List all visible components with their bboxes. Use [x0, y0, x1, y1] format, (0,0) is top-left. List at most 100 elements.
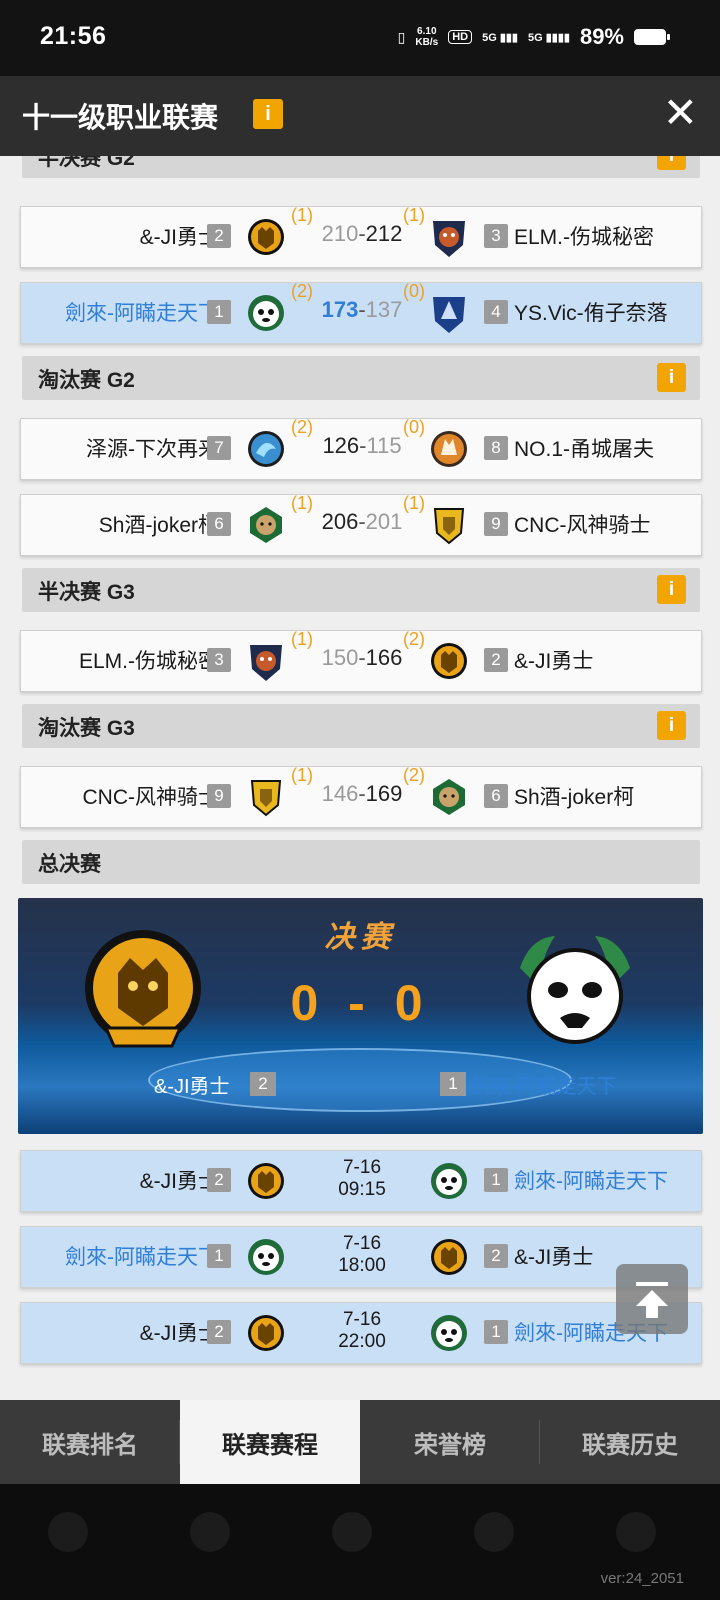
wolf-logo-icon	[433, 297, 465, 333]
app-header: 十一级职业联赛 i ✕	[0, 76, 720, 156]
tiger-logo-icon	[431, 1239, 467, 1275]
tab-league-ranking[interactable]: 联赛排名	[0, 1400, 180, 1484]
seed-badge: 7	[207, 436, 231, 460]
final-team-left: &-JI勇士	[154, 1076, 230, 1098]
net-speed: 6.10 KB/s	[415, 26, 439, 48]
nav-icon	[190, 1512, 230, 1552]
schedule-row[interactable]: &-JI勇士 2 7-16 09:15 1 劍來-阿瞞走天下	[20, 1150, 702, 1212]
seed-badge: 1	[484, 1320, 508, 1344]
nav-icon	[332, 1512, 372, 1552]
team-name-right: Sh酒-joker柯	[514, 786, 635, 809]
hd-icon: HD	[448, 30, 473, 44]
schedule-row[interactable]: 劍來-阿瞞走天下 1 7-16 18:00 2 &-JI勇士	[20, 1226, 702, 1288]
match-datetime: 7-16 18:00	[338, 1233, 386, 1276]
team-name-left: Sh酒-joker柯	[98, 514, 219, 537]
scroll-to-top-button[interactable]	[616, 1264, 688, 1334]
team-name-left: 泽源-下次再来	[86, 438, 219, 461]
bull-logo-icon	[250, 645, 282, 681]
status-time: 21:56	[40, 22, 107, 50]
schedule-row[interactable]: &-JI勇士 2 7-16 22:00 1 劍來-阿瞞走天下	[20, 1302, 702, 1364]
seed-badge: 9	[207, 784, 231, 808]
seed-badge: 1	[440, 1072, 466, 1096]
match-datetime: 7-16 22:00	[338, 1309, 386, 1352]
signal-icon-1: 5G ▮▮▮	[482, 31, 518, 44]
bottom-nav-dim: ver:24_2051	[0, 1484, 720, 1600]
tiger-logo-icon	[431, 643, 467, 679]
team-name-left: CNC-风神骑士	[82, 786, 220, 809]
seed-badge: 8	[484, 436, 508, 460]
wolf-orange-logo-icon	[431, 431, 467, 467]
tab-honor-board[interactable]: 荣誉榜	[360, 1400, 540, 1484]
knight-logo-icon	[250, 780, 282, 817]
round-header: 淘汰赛 G2 i	[22, 356, 700, 400]
seed-badge: 1	[484, 1168, 508, 1192]
tab-league-schedule[interactable]: 联赛赛程	[180, 1400, 360, 1484]
seed-badge: 2	[484, 648, 508, 672]
team-name-right: 劍來-阿瞞走天下	[514, 1170, 668, 1193]
match-row[interactable]: CNC-风神骑士 9 (1) 146-169 (2) 6 Sh酒-joker柯	[20, 765, 702, 828]
seed-badge: 1	[207, 1244, 231, 1268]
team-name-left: ELM.-伤城秘密	[78, 650, 219, 673]
team-name-right: ELM.-伤城秘密	[514, 226, 655, 249]
info-button[interactable]: i	[657, 575, 686, 604]
team-name-right: CNC-风神骑士	[514, 514, 651, 537]
lynx-logo-icon	[433, 779, 465, 815]
seed-badge: 2	[484, 1244, 508, 1268]
panda-logo-icon	[248, 295, 284, 331]
final-team-right: 劍來-阿瞞走天下	[470, 1076, 617, 1098]
battery-level: 89%	[579, 24, 624, 49]
tab-league-history[interactable]: 联赛历史	[540, 1400, 720, 1484]
match-row[interactable]: ELM.-伤城秘密 3 (1) 150-166 (2) 2 &-JI勇士	[20, 629, 702, 692]
tiger-logo-icon	[248, 219, 284, 255]
close-icon[interactable]: ✕	[663, 92, 698, 134]
panda-logo-icon	[520, 936, 630, 1044]
round-header: 淘汰赛 G3 i	[22, 704, 700, 748]
panda-logo-icon	[431, 1315, 467, 1351]
seed-badge: 1	[207, 300, 231, 324]
match-row[interactable]: &-JI勇士 2 (1) 210-212 (1) 3 ELM.-伤城秘密	[20, 205, 702, 268]
schedule-list[interactable]: 半决赛 G2 i &-JI勇士 2 (1) 210-212 (1) 3 ELM.…	[0, 156, 720, 1400]
info-button[interactable]: i	[253, 99, 283, 129]
team-name-left: 劍來-阿瞞走天下	[65, 302, 219, 325]
seed-badge: 9	[484, 512, 508, 536]
info-button[interactable]: i	[657, 363, 686, 392]
team-name-right: YS.Vic-侑子奈落	[514, 302, 668, 325]
page-title: 十一级职业联赛	[22, 102, 219, 133]
tab-bar: 联赛排名 联赛赛程 荣誉榜 联赛历史	[0, 1400, 720, 1484]
seed-badge: 4	[484, 300, 508, 324]
match-row[interactable]: 泽源-下次再来 7 (2) 126-115 (0) 8 NO.1-甬城屠夫	[20, 417, 702, 480]
match-row[interactable]: Sh酒-joker柯 6 (1) 206-201 (1) 9 CNC-风神骑士	[20, 493, 702, 556]
vibrate-icon: ▯	[397, 28, 406, 45]
match-datetime: 7-16 09:15	[338, 1157, 386, 1200]
match-row[interactable]: 劍來-阿瞞走天下 1 (2) 173-137 (0) 4 YS.Vic-侑子奈落	[20, 281, 702, 344]
nav-icon	[474, 1512, 514, 1552]
dragon-logo-icon	[248, 431, 284, 467]
round-header-final: 总决赛	[22, 840, 700, 884]
seed-badge: 3	[484, 224, 508, 248]
arrow-up-icon	[636, 1282, 668, 1318]
seed-badge: 6	[484, 784, 508, 808]
seed-badge: 2	[207, 224, 231, 248]
tiger-logo-icon	[248, 1163, 284, 1199]
seed-badge: 6	[207, 512, 231, 536]
seed-badge: 2	[207, 1320, 231, 1344]
seed-badge: 2	[207, 1168, 231, 1192]
status-bar: 21:56 ▯ 6.10 KB/s HD 5G ▮▮▮ 5G ▮▮▮▮ 89%	[0, 0, 720, 76]
lynx-logo-icon	[250, 507, 282, 543]
knight-logo-icon	[433, 508, 465, 545]
nav-icon	[616, 1512, 656, 1552]
battery-icon	[634, 29, 670, 45]
signal-icon-2: 5G ▮▮▮▮	[527, 31, 570, 44]
seed-badge: 3	[207, 648, 231, 672]
team-name-right: &-JI勇士	[514, 1246, 594, 1269]
team-name-right: NO.1-甬城屠夫	[514, 438, 655, 461]
round-header: 半决赛 G3 i	[22, 568, 700, 612]
panda-logo-icon	[248, 1239, 284, 1275]
tiger-logo-icon	[248, 1315, 284, 1351]
bull-logo-icon	[433, 221, 465, 257]
seed-badge: 2	[250, 1072, 276, 1096]
nav-icon	[48, 1512, 88, 1552]
team-name-left: 劍來-阿瞞走天下	[65, 1246, 219, 1269]
info-button[interactable]: i	[657, 156, 686, 170]
info-button[interactable]: i	[657, 711, 686, 740]
